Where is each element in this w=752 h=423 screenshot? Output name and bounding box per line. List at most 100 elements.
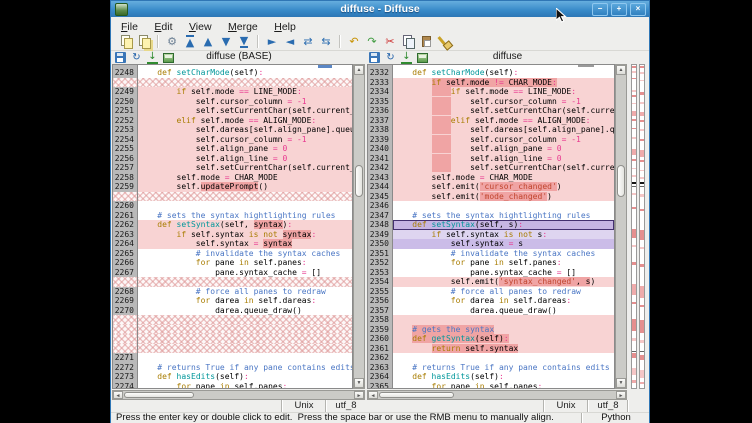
- code-line[interactable]: [138, 353, 352, 363]
- overview-map-right-column[interactable]: [639, 64, 645, 389]
- next-difference-icon[interactable]: ▼: [219, 34, 234, 49]
- code-line[interactable]: self.dareas[self.align_pane].queue_draw(…: [393, 125, 614, 135]
- code-line[interactable]: # force all panes to redraw: [138, 287, 352, 297]
- last-difference-icon[interactable]: ▼: [237, 34, 252, 49]
- code-line[interactable]: self.align_line = 0: [138, 154, 352, 164]
- code-line[interactable]: # sets the syntax hightlighting rules: [393, 211, 614, 221]
- code-line[interactable]: def hasEdits(self):: [393, 372, 614, 382]
- code-line[interactable]: [138, 277, 352, 287]
- new-2way-file-merge-icon[interactable]: [119, 34, 134, 49]
- shift-pane-left-icon[interactable]: ⇆: [319, 34, 334, 49]
- paste-icon[interactable]: [419, 34, 434, 49]
- clear-edits-icon[interactable]: [437, 34, 452, 49]
- code-line[interactable]: def getSyntax(self):: [393, 334, 614, 344]
- scroll-up-icon[interactable]: ▲: [354, 65, 364, 75]
- code-line[interactable]: [138, 344, 352, 354]
- copy-icon[interactable]: [401, 34, 416, 49]
- code-line[interactable]: pane.syntax_cache = []: [138, 268, 352, 278]
- code-line[interactable]: [138, 192, 352, 202]
- code-line[interactable]: self.align_line = 0: [393, 154, 614, 164]
- scroll-left-icon[interactable]: ◄: [368, 391, 378, 399]
- code-line[interactable]: [393, 353, 614, 363]
- code-line[interactable]: [138, 201, 352, 211]
- code-line[interactable]: elif self.mode == ALIGN_MODE:: [393, 116, 614, 126]
- code-line[interactable]: if self.mode == LINE_MODE:: [138, 87, 352, 97]
- code-line[interactable]: self.setCurrentChar(self.current_line, s…: [393, 106, 614, 116]
- code-line[interactable]: # invalidate the syntax caches: [138, 249, 352, 259]
- shift-pane-right-icon[interactable]: ⇄: [301, 34, 316, 49]
- code-line[interactable]: self.mode = CHAR_MODE: [138, 173, 352, 183]
- code-line[interactable]: if self.mode == LINE_MODE:: [393, 87, 614, 97]
- code-line[interactable]: [138, 315, 352, 325]
- code-line[interactable]: [393, 201, 614, 211]
- code-line[interactable]: elif self.mode == ALIGN_MODE:: [138, 116, 352, 126]
- code-line[interactable]: if self.mode != CHAR_MODE:: [393, 78, 614, 88]
- new-3way-file-merge-icon[interactable]: [137, 34, 152, 49]
- scroll-left-icon[interactable]: ◄: [113, 391, 123, 399]
- code-line[interactable]: def hasEdits(self):: [138, 372, 352, 382]
- right-code-pane[interactable]: def setCharMode(self): if self.mode != C…: [393, 64, 615, 389]
- code-line[interactable]: for pane in self.panes:: [138, 382, 352, 390]
- code-line[interactable]: if self.syntax is not syntax:: [138, 230, 352, 240]
- scroll-right-icon[interactable]: ►: [616, 391, 626, 399]
- copy-selection-left-icon[interactable]: ◄: [283, 34, 298, 49]
- code-line[interactable]: darea.queue_draw(): [393, 306, 614, 316]
- code-line[interactable]: self.align_pane = 0: [393, 144, 614, 154]
- code-line[interactable]: self.updatePrompt(): [138, 182, 352, 192]
- undo-icon[interactable]: ↶: [347, 34, 362, 49]
- code-line[interactable]: self.setCurrentChar(self.current_line, s…: [138, 163, 352, 173]
- code-line[interactable]: self.align_pane = 0: [138, 144, 352, 154]
- close-button[interactable]: ×: [630, 3, 646, 16]
- redo-icon[interactable]: ↷: [365, 34, 380, 49]
- code-line[interactable]: def setSyntax(self, s):: [393, 220, 614, 230]
- right-vertical-scrollbar[interactable]: ▲ ▼: [615, 64, 627, 389]
- code-line[interactable]: self.emit('cursor_changed'): [393, 182, 614, 192]
- code-line[interactable]: self.syntax = syntax: [138, 239, 352, 249]
- code-line[interactable]: self.emit('syntax_changed', s): [393, 277, 614, 287]
- code-line[interactable]: self.cursor_column = -1: [138, 135, 352, 145]
- code-line[interactable]: [138, 78, 352, 88]
- minimize-button[interactable]: −: [592, 3, 608, 16]
- code-line[interactable]: self.setCurrentChar(self.current_line, s…: [138, 106, 352, 116]
- code-line[interactable]: for darea in self.dareas:: [138, 296, 352, 306]
- code-line[interactable]: self.mode = CHAR_MODE: [393, 173, 614, 183]
- previous-difference-icon[interactable]: ▲: [201, 34, 216, 49]
- code-line[interactable]: [138, 334, 352, 344]
- cut-icon[interactable]: ✂: [383, 34, 398, 49]
- code-line[interactable]: return self.syntax: [393, 344, 614, 354]
- code-line[interactable]: # gets the syntax: [393, 325, 614, 335]
- maximize-button[interactable]: +: [611, 3, 627, 16]
- code-line[interactable]: def setCharMode(self):: [138, 68, 352, 78]
- overview-map-left-column[interactable]: [631, 64, 637, 389]
- code-line[interactable]: # returns True if any pane contains edit…: [393, 363, 614, 373]
- code-line[interactable]: if self.syntax is not s:: [393, 230, 614, 240]
- copy-selection-right-icon[interactable]: ►: [265, 34, 280, 49]
- code-line[interactable]: self.dareas[self.align_pane].queue_draw(…: [138, 125, 352, 135]
- scroll-up-icon[interactable]: ▲: [616, 65, 626, 75]
- code-line[interactable]: # invalidate the syntax caches: [393, 249, 614, 259]
- scroll-right-icon[interactable]: ►: [354, 391, 364, 399]
- code-line[interactable]: pane.syntax_cache = []: [393, 268, 614, 278]
- code-line[interactable]: [138, 325, 352, 335]
- left-horizontal-scrollbar[interactable]: ◄ ►: [112, 390, 365, 400]
- code-line[interactable]: for pane in self.panes:: [138, 258, 352, 268]
- code-line[interactable]: self.setCurrentChar(self.current_line, s…: [393, 163, 614, 173]
- scroll-down-icon[interactable]: ▼: [354, 378, 364, 388]
- code-line[interactable]: darea.queue_draw(): [138, 306, 352, 316]
- code-line[interactable]: # sets the syntax hightlighting rules: [138, 211, 352, 221]
- code-line[interactable]: self.cursor_column = -1: [393, 97, 614, 107]
- code-line[interactable]: self.syntax = s: [393, 239, 614, 249]
- diff-overview-map[interactable]: [631, 64, 648, 389]
- window-titlebar[interactable]: diffuse - Diffuse − + ×: [111, 1, 649, 18]
- code-line[interactable]: for darea in self.dareas:: [393, 296, 614, 306]
- code-line[interactable]: self.cursor_column = -1: [138, 97, 352, 107]
- scrollbar-thumb[interactable]: [124, 392, 194, 398]
- code-line[interactable]: def setSyntax(self, syntax):: [138, 220, 352, 230]
- left-code-pane[interactable]: def setCharMode(self): if self.mode == L…: [138, 64, 353, 389]
- code-line[interactable]: for pane in self.panes:: [393, 258, 614, 268]
- code-line[interactable]: [393, 315, 614, 325]
- code-line[interactable]: # returns True if any pane contains edit…: [138, 363, 352, 373]
- code-line[interactable]: for pane in self.panes:: [393, 382, 614, 390]
- scrollbar-thumb[interactable]: [617, 165, 625, 197]
- code-line[interactable]: def setCharMode(self):: [393, 68, 614, 78]
